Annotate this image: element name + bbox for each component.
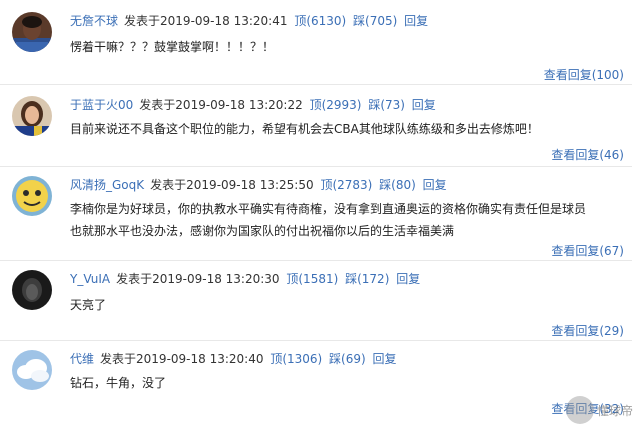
reply-button[interactable]: 回复 bbox=[373, 352, 397, 366]
comment-text: 李楠你是为好球员，你的执教水平确实有待商榷，没有拿到直通奥运的资格你确实有责任但… bbox=[70, 198, 586, 242]
comment-line: 愣着干嘛？？？鼓掌鼓掌啊！！！？！ bbox=[70, 40, 275, 54]
avatar[interactable] bbox=[12, 176, 52, 216]
post-datetime: 2019-09-18 13:20:22 bbox=[175, 98, 303, 112]
username-link[interactable]: 风清扬_GoqK bbox=[70, 178, 144, 192]
comment-text: 目前来说还不具备这个职位的能力，希望有机会去CBA其他球队练练级和多出去修炼吧！ bbox=[70, 118, 539, 140]
posted-label: 发表于 bbox=[150, 178, 187, 192]
post-datetime: 2019-09-18 13:20:30 bbox=[152, 272, 280, 286]
post-datetime: 2019-09-18 13:20:40 bbox=[136, 352, 264, 366]
comment-line: 也就那水平也没办法，感谢你为国家队的付出祝福你以后的生活幸福美满 bbox=[70, 224, 455, 238]
posted-label: 发表于 bbox=[124, 14, 161, 28]
reply-button[interactable]: 回复 bbox=[396, 272, 420, 286]
view-replies-link[interactable]: 查看回复(29) bbox=[551, 322, 624, 339]
username-link[interactable]: 无詹不球 bbox=[70, 14, 118, 28]
downvote-button[interactable]: 踩(80) bbox=[379, 178, 416, 192]
username-link[interactable]: 代维 bbox=[70, 352, 94, 366]
comment-item: 无詹不球 发表于2019-09-18 13:20:41 顶(6130) 踩(705… bbox=[0, 12, 632, 85]
avatar[interactable] bbox=[12, 12, 52, 52]
post-datetime: 2019-09-18 13:25:50 bbox=[186, 178, 314, 192]
avatar[interactable] bbox=[12, 350, 52, 390]
username-link[interactable]: Y_VuIA bbox=[70, 272, 110, 286]
comment-meta: 风清扬_GoqK 发表于2019-09-18 13:25:50 顶(2783) 踩… bbox=[70, 176, 447, 194]
posted-label: 发表于 bbox=[116, 272, 153, 286]
posted-label: 发表于 bbox=[100, 352, 137, 366]
upvote-button[interactable]: 顶(1306) bbox=[270, 352, 322, 366]
comment-item: 代维 发表于2019-09-18 13:20:40 顶(1306) 踩(69) 回… bbox=[0, 350, 632, 428]
comment-meta: 于蓝于火00 发表于2019-09-18 13:20:22 顶(2993) 踩(7… bbox=[70, 96, 436, 114]
comment-line: 目前来说还不具备这个职位的能力，希望有机会去CBA其他球队练练级和多出去修炼吧！ bbox=[70, 122, 539, 136]
downvote-button[interactable]: 踩(73) bbox=[368, 98, 405, 112]
reply-button[interactable]: 回复 bbox=[404, 14, 428, 28]
upvote-button[interactable]: 顶(6130) bbox=[294, 14, 346, 28]
comment-meta: 无詹不球 发表于2019-09-18 13:20:41 顶(6130) 踩(705… bbox=[70, 12, 428, 30]
view-replies-link[interactable]: 查看回复(46) bbox=[551, 146, 624, 163]
username-link[interactable]: 于蓝于火00 bbox=[70, 98, 133, 112]
avatar[interactable] bbox=[12, 96, 52, 136]
upvote-button[interactable]: 顶(1581) bbox=[286, 272, 338, 286]
view-replies-link[interactable]: 查看回复(100) bbox=[544, 66, 624, 83]
comment-item: Y_VuIA 发表于2019-09-18 13:20:30 顶(1581) 踩(1… bbox=[0, 270, 632, 341]
comment-line: 天亮了 bbox=[70, 298, 107, 312]
comment-meta: Y_VuIA 发表于2019-09-18 13:20:30 顶(1581) 踩(1… bbox=[70, 270, 420, 288]
comment-item: 于蓝于火00 发表于2019-09-18 13:20:22 顶(2993) 踩(7… bbox=[0, 96, 632, 167]
avatar[interactable] bbox=[12, 270, 52, 310]
upvote-button[interactable]: 顶(2993) bbox=[310, 98, 362, 112]
downvote-button[interactable]: 踩(69) bbox=[329, 352, 366, 366]
comment-text: 愣着干嘛？？？鼓掌鼓掌啊！！！？！ bbox=[70, 36, 274, 58]
watermark-logo-icon bbox=[566, 396, 594, 424]
downvote-button[interactable]: 踩(172) bbox=[345, 272, 389, 286]
reply-button[interactable]: 回复 bbox=[423, 178, 447, 192]
comment-text: 钻石，牛角，没了 bbox=[70, 372, 166, 394]
comment-text: 天亮了 bbox=[70, 294, 106, 316]
downvote-button[interactable]: 踩(705) bbox=[353, 14, 397, 28]
post-datetime: 2019-09-18 13:20:41 bbox=[160, 14, 288, 28]
comment-line: 李楠你是为好球员，你的执教水平确实有待商榷，没有拿到直通奥运的资格你确实有责任但… bbox=[70, 202, 587, 216]
upvote-button[interactable]: 顶(2783) bbox=[320, 178, 372, 192]
view-replies-link[interactable]: 查看回复(67) bbox=[551, 242, 624, 259]
reply-button[interactable]: 回复 bbox=[412, 98, 436, 112]
comment-line: 钻石，牛角，没了 bbox=[70, 376, 167, 390]
posted-label: 发表于 bbox=[139, 98, 176, 112]
comment-item: 风清扬_GoqK 发表于2019-09-18 13:25:50 顶(2783) 踩… bbox=[0, 176, 632, 261]
comment-meta: 代维 发表于2019-09-18 13:20:40 顶(1306) 踩(69) 回… bbox=[70, 350, 397, 368]
watermark-text: 懂球帝 bbox=[597, 404, 634, 418]
